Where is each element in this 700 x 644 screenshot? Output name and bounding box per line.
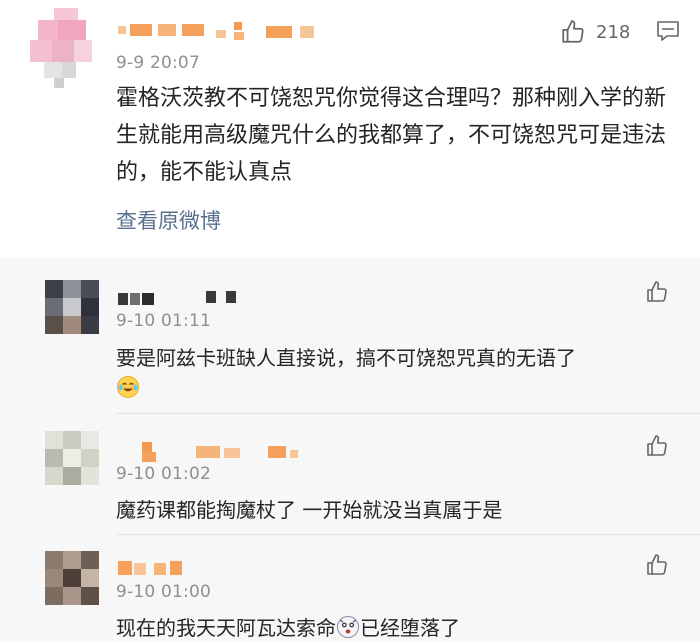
reply-like-button[interactable] bbox=[645, 434, 669, 462]
thumbs-up-icon bbox=[647, 554, 667, 575]
reply-text-part: 现在的我天天阿瓦达索命 bbox=[116, 616, 336, 640]
dizzy-face-emoji bbox=[336, 615, 360, 644]
reply-timestamp: 9-10 01:00 bbox=[116, 582, 211, 602]
avatar[interactable] bbox=[45, 280, 99, 334]
reply-item: 9-10 01:11 要是阿兹卡班缺人直接说，搞不可饶恕咒真的无语了 bbox=[0, 258, 700, 414]
username-censored[interactable] bbox=[118, 20, 318, 40]
avatar[interactable] bbox=[30, 8, 94, 88]
comment-button[interactable] bbox=[656, 20, 680, 46]
comment-timestamp: 9-9 20:07 bbox=[116, 53, 200, 73]
reply-like-button[interactable] bbox=[645, 553, 669, 581]
like-button[interactable]: 218 bbox=[560, 17, 630, 47]
avatar[interactable] bbox=[45, 551, 99, 605]
reply-text: 现在的我天天阿瓦达索命 已经堕落了 bbox=[116, 612, 460, 644]
reply-timestamp: 9-10 01:11 bbox=[116, 311, 211, 331]
like-count: 218 bbox=[596, 21, 631, 43]
reply-text: 魔药课都能掏魔杖了 一开始就没当真属于是 bbox=[116, 498, 503, 522]
thumbs-up-icon bbox=[562, 20, 584, 43]
thumbs-up-icon bbox=[647, 281, 667, 302]
view-original-weibo-link[interactable]: 查看原微博 bbox=[116, 205, 221, 235]
comment-text: 霍格沃茨教不可饶恕咒你觉得这合理吗？那种刚入学的新生就能用高级魔咒什么的我都算了… bbox=[116, 86, 667, 185]
reply-text: 要是阿兹卡班缺人直接说，搞不可饶恕咒真的无语了 bbox=[116, 346, 576, 370]
username-censored[interactable] bbox=[118, 291, 248, 309]
main-comment: 9-9 20:07 218 霍格沃茨教不可饶恕咒你觉得这合理吗？那种刚入学的新生… bbox=[0, 0, 700, 258]
reply-text-part: 已经堕落了 bbox=[360, 616, 460, 640]
reply-like-button[interactable] bbox=[645, 280, 669, 308]
reply-item: 9-10 01:02 魔药课都能掏魔杖了 一开始就没当真属于是 bbox=[0, 414, 700, 535]
reply-item: 9-10 01:00 现在的我天天阿瓦达索命 已经堕落了 bbox=[0, 535, 700, 642]
username-censored[interactable] bbox=[118, 559, 238, 577]
thumbs-up-icon bbox=[647, 435, 667, 456]
reply-timestamp: 9-10 01:02 bbox=[116, 464, 211, 484]
username-censored[interactable] bbox=[142, 442, 302, 462]
laughing-tears-emoji bbox=[116, 375, 140, 403]
replies-section: 9-10 01:11 要是阿兹卡班缺人直接说，搞不可饶恕咒真的无语了 9-10 … bbox=[0, 258, 700, 642]
avatar[interactable] bbox=[45, 431, 99, 485]
comment-icon bbox=[657, 21, 679, 41]
